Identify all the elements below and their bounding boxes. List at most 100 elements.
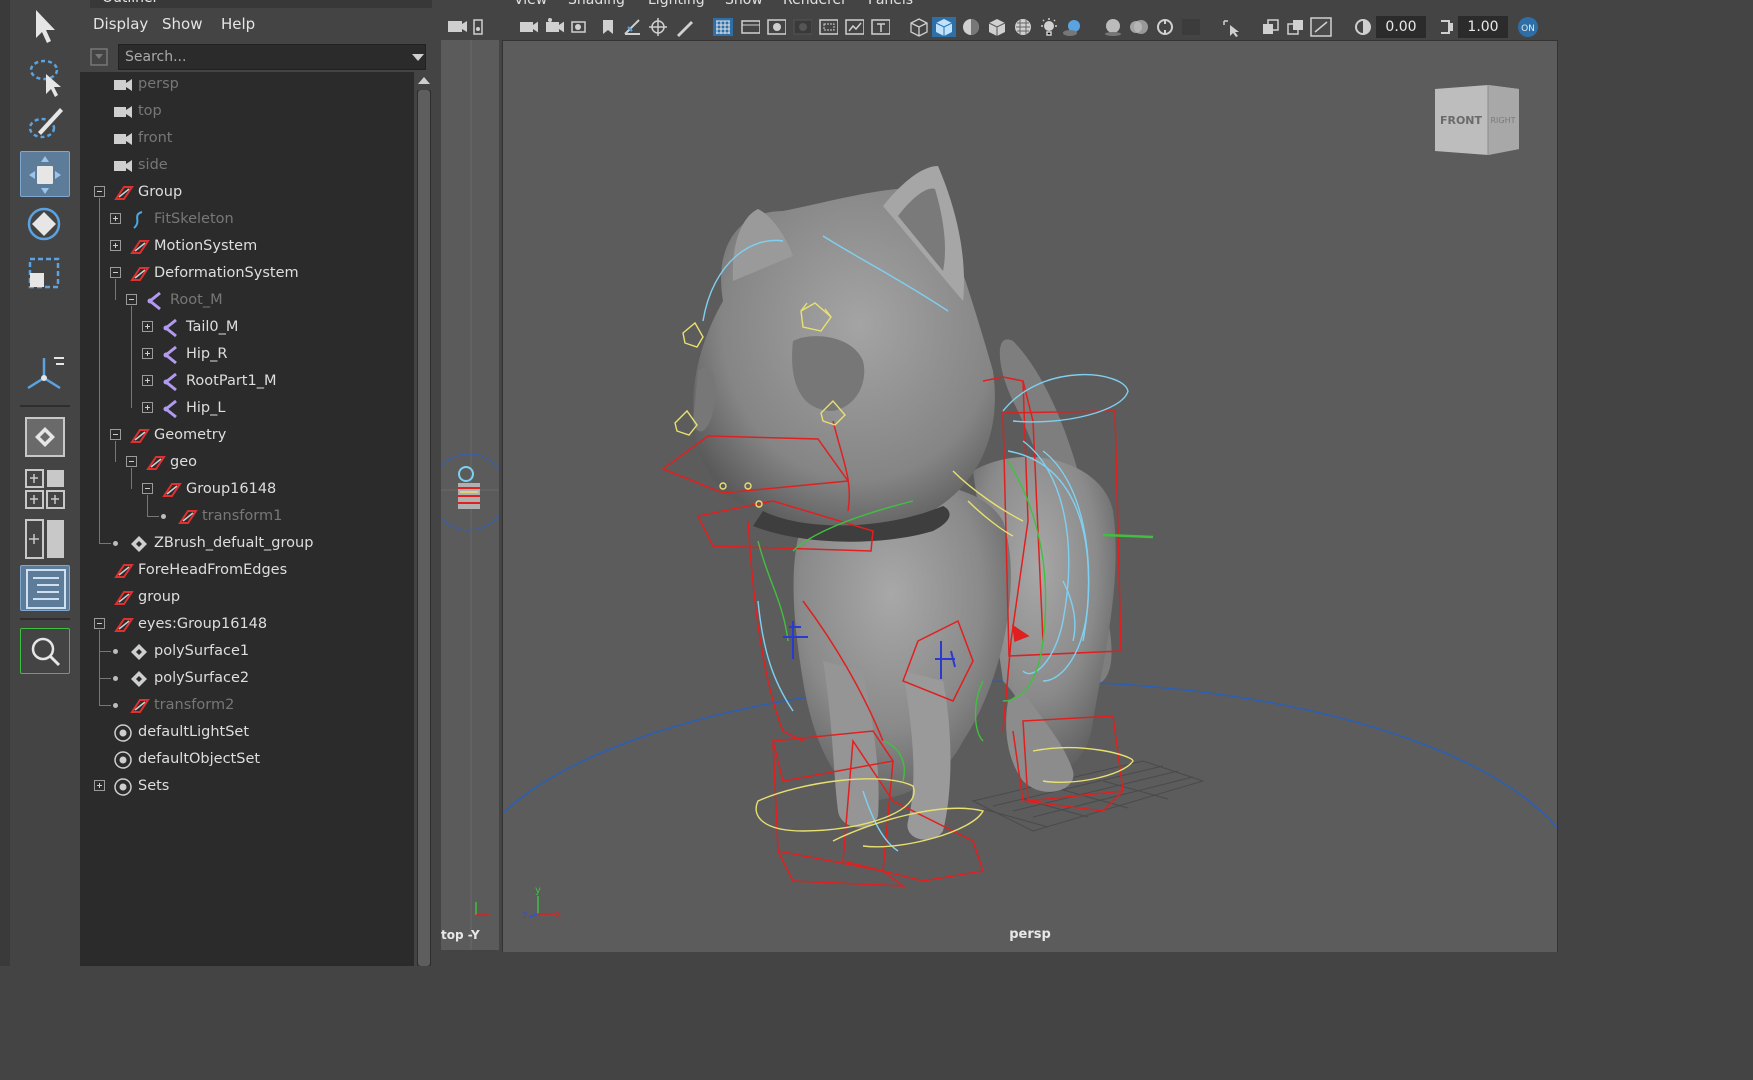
image-plane-icon[interactable] [622, 17, 642, 37]
camera-attributes-icon[interactable] [544, 17, 564, 37]
menu-help[interactable]: Help [221, 15, 255, 33]
gamma-icon[interactable] [1436, 17, 1456, 37]
two-pane-layout-icon[interactable] [20, 516, 70, 562]
outliner-item[interactable]: polySurface2 [80, 665, 410, 692]
bookmark-camera-icon[interactable] [570, 17, 590, 37]
scroll-up-icon[interactable] [418, 77, 430, 84]
grease-pencil-icon[interactable] [674, 17, 694, 37]
search-input[interactable]: Search... [118, 44, 426, 70]
depth-of-field-icon[interactable] [1180, 17, 1200, 37]
collapse-icon[interactable] [94, 186, 105, 197]
collapse-icon[interactable] [126, 456, 137, 467]
menu-panels[interactable]: Panels [868, 0, 913, 8]
textured-icon[interactable] [1012, 17, 1032, 37]
expand-icon[interactable] [142, 321, 153, 332]
scale-tool-icon[interactable] [20, 251, 70, 297]
outliner-item[interactable]: ForeHeadFromEdges [80, 557, 410, 584]
wireframe-icon[interactable] [908, 17, 928, 37]
outliner-item[interactable]: polySurface1 [80, 638, 410, 665]
expand-icon[interactable] [142, 402, 153, 413]
grid-icon[interactable] [712, 17, 736, 37]
exposure-icon[interactable] [1352, 17, 1372, 37]
outliner-item[interactable]: Geometry [80, 422, 410, 449]
select-tool-icon[interactable] [20, 2, 70, 48]
expand-icon[interactable] [110, 240, 121, 251]
search-dropdown-icon[interactable] [412, 54, 424, 61]
menu-lighting[interactable]: Lighting [648, 0, 705, 8]
safe-title-icon[interactable] [870, 17, 890, 37]
outliner-item[interactable]: Hip_R [80, 341, 410, 368]
zoom-icon[interactable] [20, 628, 70, 674]
xray-active-components-icon[interactable] [1285, 17, 1305, 37]
menu-shading[interactable]: Shading [568, 0, 625, 8]
collapse-icon[interactable] [142, 483, 153, 494]
outliner-item[interactable]: transform2 [80, 692, 410, 719]
outliner-item[interactable]: side [80, 152, 410, 179]
outliner-item[interactable]: front [80, 125, 410, 152]
four-view-layout-icon[interactable] [20, 466, 70, 512]
gamma-field[interactable]: 1.00 [1458, 16, 1508, 38]
filter-icon[interactable] [88, 46, 110, 68]
collapse-icon[interactable] [126, 294, 137, 305]
outliner-item[interactable]: Group16148 [80, 476, 410, 503]
collapse-icon[interactable] [110, 267, 121, 278]
viewcube[interactable]: FRONT RIGHT [1435, 85, 1519, 155]
outliner-item[interactable]: geo [80, 449, 410, 476]
side-view-viewport[interactable]: top -Y [441, 40, 499, 950]
expand-icon[interactable] [110, 213, 121, 224]
outliner-item[interactable]: Hip_L [80, 395, 410, 422]
safe-action-icon[interactable] [844, 17, 864, 37]
xray-icon[interactable] [1260, 17, 1280, 37]
outliner-scrollbar[interactable] [414, 72, 434, 966]
outliner-item[interactable]: Group [80, 179, 410, 206]
shaded-wireframe-icon[interactable] [986, 17, 1006, 37]
scroll-thumb[interactable] [418, 90, 430, 966]
menu-display[interactable]: Display [93, 15, 148, 33]
collapse-icon[interactable] [94, 618, 105, 629]
menu-renderer[interactable]: Renderer [783, 0, 847, 8]
bookmark-icon[interactable] [598, 17, 618, 37]
outliner-item[interactable]: eyes:Group16148 [80, 611, 410, 638]
outliner-item[interactable]: ZBrush_defualt_group [80, 530, 410, 557]
menu-show-vp[interactable]: Show [725, 0, 763, 8]
rotate-tool-icon[interactable] [20, 201, 70, 247]
expand-icon[interactable] [142, 375, 153, 386]
expand-icon[interactable] [94, 780, 105, 791]
exposure-field[interactable]: 0.00 [1376, 16, 1426, 38]
shadows-icon[interactable] [1062, 17, 1082, 37]
collapse-icon[interactable] [110, 429, 121, 440]
single-perspective-layout-icon[interactable] [20, 414, 70, 460]
smooth-shade-icon[interactable] [932, 17, 956, 37]
outliner-item[interactable]: defaultLightSet [80, 719, 410, 746]
outliner-item[interactable]: group [80, 584, 410, 611]
gate-mask-icon[interactable] [792, 17, 812, 37]
xray-joints-icon[interactable] [1310, 17, 1334, 37]
use-all-lights-icon[interactable] [1038, 17, 1058, 37]
outliner-item[interactable]: Sets [80, 773, 410, 800]
snap-tool-icon[interactable] [20, 350, 70, 396]
resolution-gate-icon[interactable] [766, 17, 786, 37]
select-camera-icon[interactable] [518, 17, 538, 37]
outliner-item[interactable]: DeformationSystem [80, 260, 410, 287]
color-management-icon[interactable]: ON [1516, 17, 1542, 37]
motion-blur-icon[interactable] [1128, 17, 1148, 37]
outliner-item[interactable]: RootPart1_M [80, 368, 410, 395]
default-material-icon[interactable] [960, 17, 980, 37]
outliner-item[interactable]: Root_M [80, 287, 410, 314]
lasso-tool-icon[interactable] [20, 52, 70, 98]
outliner-item[interactable]: defaultObjectSet [80, 746, 410, 773]
outliner-item[interactable]: persp [80, 72, 410, 98]
film-gate-icon[interactable] [740, 17, 760, 37]
outliner-item[interactable]: MotionSystem [80, 233, 410, 260]
perspective-viewport[interactable]: FRONT RIGHT y x z persp [502, 40, 1558, 954]
paint-select-tool-icon[interactable] [20, 102, 70, 148]
outliner-item[interactable]: Tail0_M [80, 314, 410, 341]
outliner-item[interactable]: FitSkeleton [80, 206, 410, 233]
menu-view[interactable]: View [514, 0, 547, 8]
2d-pan-zoom-icon[interactable] [648, 17, 668, 37]
move-tool-icon[interactable] [20, 151, 70, 197]
expand-icon[interactable] [142, 348, 153, 359]
isolate-select-icon[interactable] [1220, 17, 1240, 37]
anti-aliasing-icon[interactable] [1154, 17, 1174, 37]
screen-space-ao-icon[interactable] [1102, 17, 1122, 37]
